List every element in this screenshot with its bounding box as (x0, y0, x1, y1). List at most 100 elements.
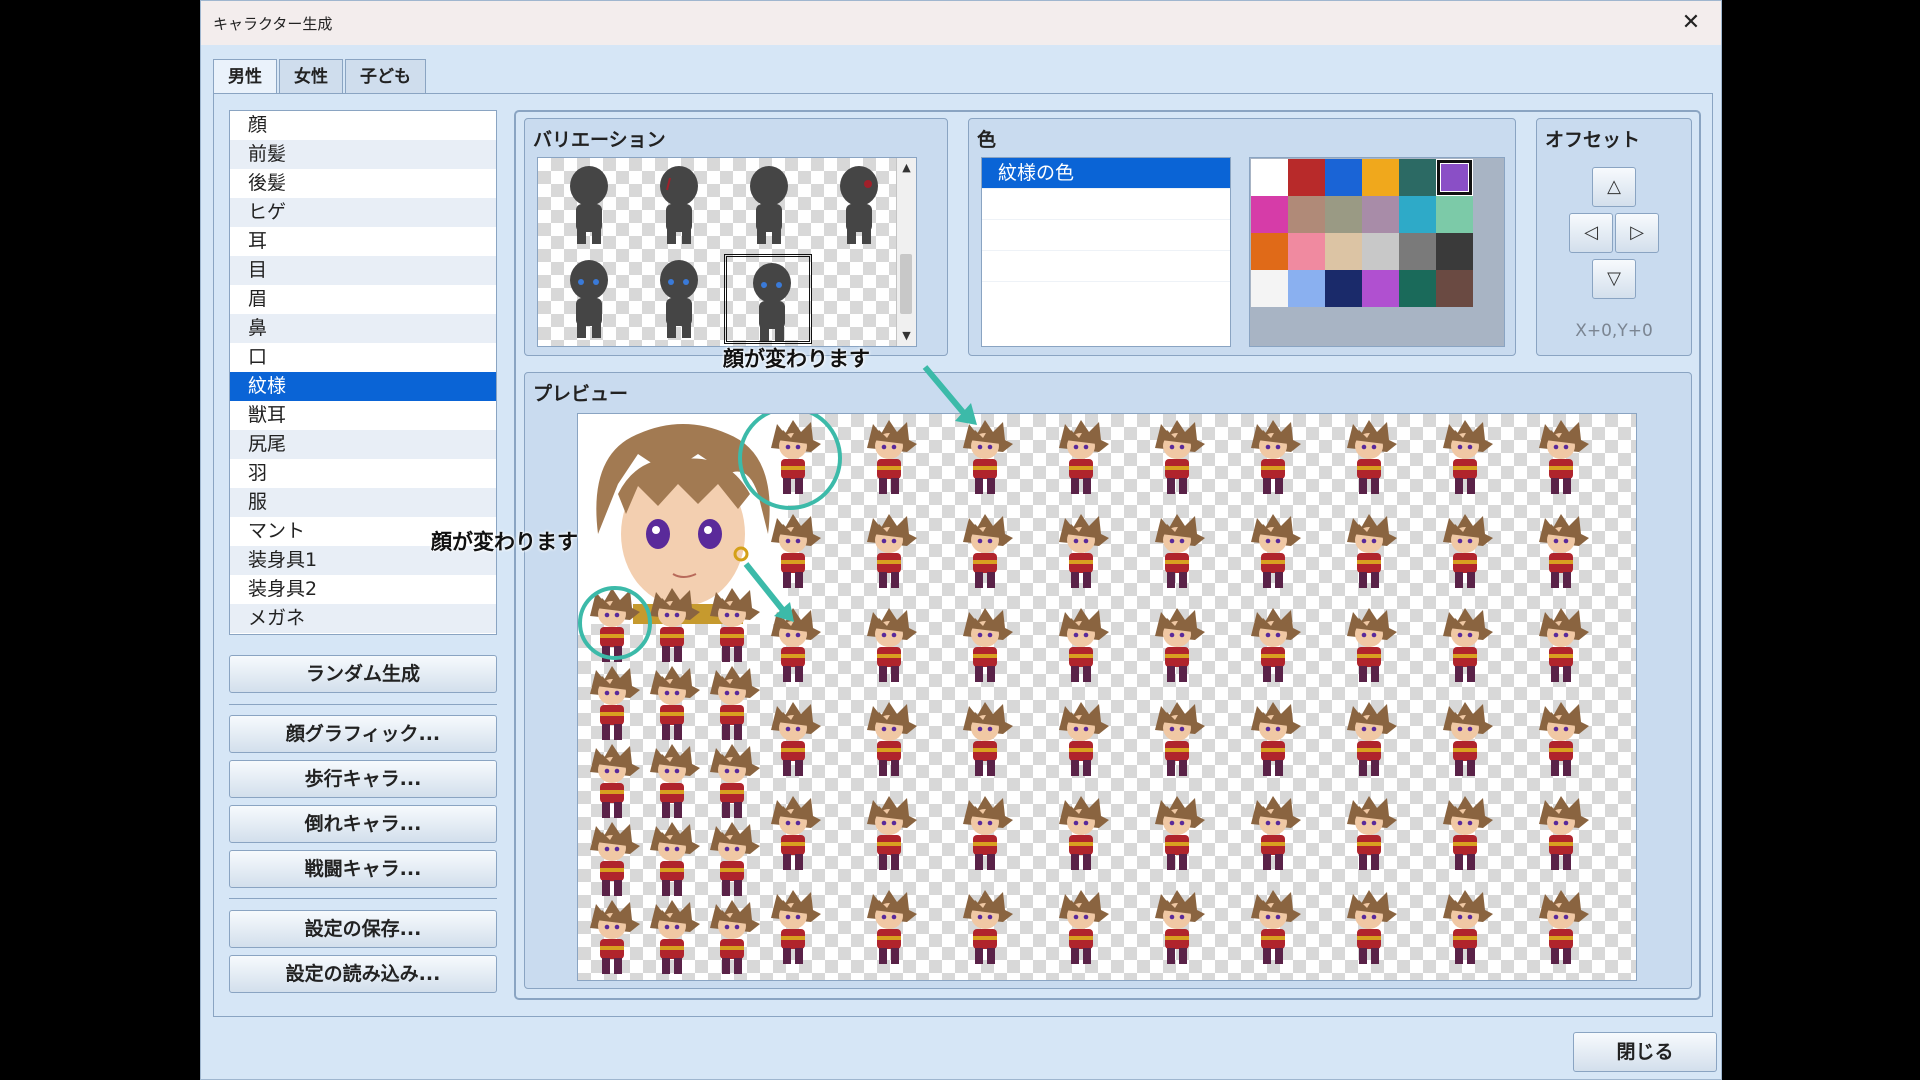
silhouette-icon (660, 260, 698, 338)
color-swatch[interactable] (1288, 159, 1325, 196)
part-item[interactable]: ヒゲ (230, 198, 496, 227)
character-sprite (650, 822, 700, 896)
part-item[interactable]: 顔 (230, 111, 496, 140)
part-item[interactable]: 後髪 (230, 169, 496, 198)
color-swatch[interactable] (1399, 159, 1436, 196)
color-swatch[interactable] (1436, 159, 1473, 196)
character-sprite (650, 666, 700, 740)
color-swatch[interactable] (1325, 196, 1362, 233)
close-button[interactable]: 閉じる (1573, 1032, 1717, 1072)
save-settings-button[interactable]: 設定の保存... (229, 910, 497, 948)
character-sprite (771, 702, 821, 776)
color-swatch[interactable] (1436, 233, 1473, 270)
color-swatch[interactable] (1251, 233, 1288, 270)
part-item[interactable]: 耳 (230, 227, 496, 256)
color-swatch[interactable] (1288, 196, 1325, 233)
character-sprite (590, 666, 640, 740)
part-list[interactable]: 顔前髪 後髪 ヒゲ耳目眉鼻口紋様 獣耳 尻尾羽服マント 装身具1 装身具2 メガネ (229, 110, 497, 635)
variation-thumb[interactable] (724, 254, 812, 344)
character-sprite (1539, 796, 1589, 870)
character-sprite (867, 608, 917, 682)
character-sprite (710, 744, 760, 818)
character-sprite (1251, 608, 1301, 682)
offset-down-button[interactable]: ▽ (1592, 259, 1636, 299)
offset-right-button[interactable]: ▷ (1615, 213, 1659, 253)
color-swatch[interactable] (1325, 270, 1362, 307)
part-item[interactable]: 鼻 (230, 314, 496, 343)
variation-thumb[interactable] (724, 160, 812, 250)
color-swatch[interactable] (1325, 233, 1362, 270)
character-sprite (1443, 890, 1493, 964)
gender-tabs: 男性 女性 子ども (213, 59, 428, 95)
variation-thumb[interactable] (544, 160, 632, 250)
color-swatch[interactable] (1251, 270, 1288, 307)
down-character-button[interactable]: 倒れキャラ... (229, 805, 497, 843)
color-swatch[interactable] (1362, 270, 1399, 307)
walk-character-button[interactable]: 歩行キャラ... (229, 760, 497, 798)
color-target-item[interactable]: 紋様の色 (982, 158, 1230, 188)
character-sprite (1347, 890, 1397, 964)
color-swatch[interactable] (1362, 196, 1399, 233)
color-title: 色 (977, 129, 997, 151)
part-item[interactable]: メガネ (230, 604, 496, 633)
random-generate-button[interactable]: ランダム生成 (229, 655, 497, 693)
face-graphic-button[interactable]: 顔グラフィック... (229, 715, 497, 753)
color-swatch[interactable] (1325, 159, 1362, 196)
color-swatch[interactable] (1251, 159, 1288, 196)
variation-thumb[interactable] (544, 254, 632, 344)
part-item[interactable]: 眉 (230, 285, 496, 314)
color-target-list[interactable]: 紋様の色 (981, 157, 1231, 347)
highlight-ring (578, 586, 652, 660)
offset-readout: X+0,Y+0 (1575, 321, 1653, 341)
character-sprite (1443, 608, 1493, 682)
tab-female[interactable]: 女性 (279, 59, 343, 93)
part-item[interactable]: 羽 (230, 459, 496, 488)
scroll-thumb[interactable] (900, 254, 912, 314)
character-sprite (1155, 796, 1205, 870)
character-sprite (1347, 702, 1397, 776)
load-settings-button[interactable]: 設定の読み込み... (229, 955, 497, 993)
color-swatch[interactable] (1399, 270, 1436, 307)
color-swatch[interactable] (1362, 233, 1399, 270)
empty-row (982, 281, 1230, 312)
part-item[interactable]: 獣耳 (230, 401, 496, 430)
part-item[interactable]: 服 (230, 488, 496, 517)
part-item[interactable]: 装身具2 (230, 575, 496, 604)
part-item[interactable]: 前髪 (230, 140, 496, 169)
tab-child[interactable]: 子ども (345, 59, 426, 93)
character-sprite (1059, 514, 1109, 588)
color-swatch[interactable] (1399, 233, 1436, 270)
variation-thumb[interactable] (634, 160, 722, 250)
editor-frame: バリエーション ▲ ▼ 色 紋様の色 オフセット △ ◁ ▷ ▽ X+0,Y+0… (514, 110, 1701, 1000)
variation-thumb[interactable] (634, 254, 722, 344)
scroll-down-icon[interactable]: ▼ (897, 326, 916, 346)
silhouette-icon (750, 166, 788, 244)
color-swatch[interactable] (1399, 196, 1436, 233)
color-swatch[interactable] (1436, 270, 1473, 307)
color-swatch[interactable] (1288, 270, 1325, 307)
color-swatch[interactable] (1436, 196, 1473, 233)
part-item[interactable]: 目 (230, 256, 496, 285)
color-swatch[interactable] (1362, 159, 1399, 196)
offset-up-button[interactable]: △ (1592, 167, 1636, 207)
close-icon[interactable]: ✕ (1675, 7, 1707, 39)
color-swatch[interactable] (1288, 233, 1325, 270)
empty-row (982, 219, 1230, 250)
character-sprite (963, 514, 1013, 588)
window-title: キャラクター生成 (213, 14, 333, 33)
battle-character-button[interactable]: 戦闘キャラ... (229, 850, 497, 888)
color-swatch[interactable] (1251, 196, 1288, 233)
tab-male[interactable]: 男性 (213, 59, 277, 95)
character-sprite (867, 890, 917, 964)
offset-left-button[interactable]: ◁ (1569, 213, 1613, 253)
part-item[interactable]: 口 (230, 343, 496, 372)
character-sprite (1155, 420, 1205, 494)
character-sprite (1251, 420, 1301, 494)
part-item[interactable]: 尻尾 (230, 430, 496, 459)
empty-row (982, 188, 1230, 219)
character-sprite (1539, 890, 1589, 964)
part-item[interactable]: 紋様 (230, 372, 496, 401)
divider (229, 704, 497, 705)
character-sprite (1251, 702, 1301, 776)
variation-thumb[interactable] (814, 160, 902, 250)
